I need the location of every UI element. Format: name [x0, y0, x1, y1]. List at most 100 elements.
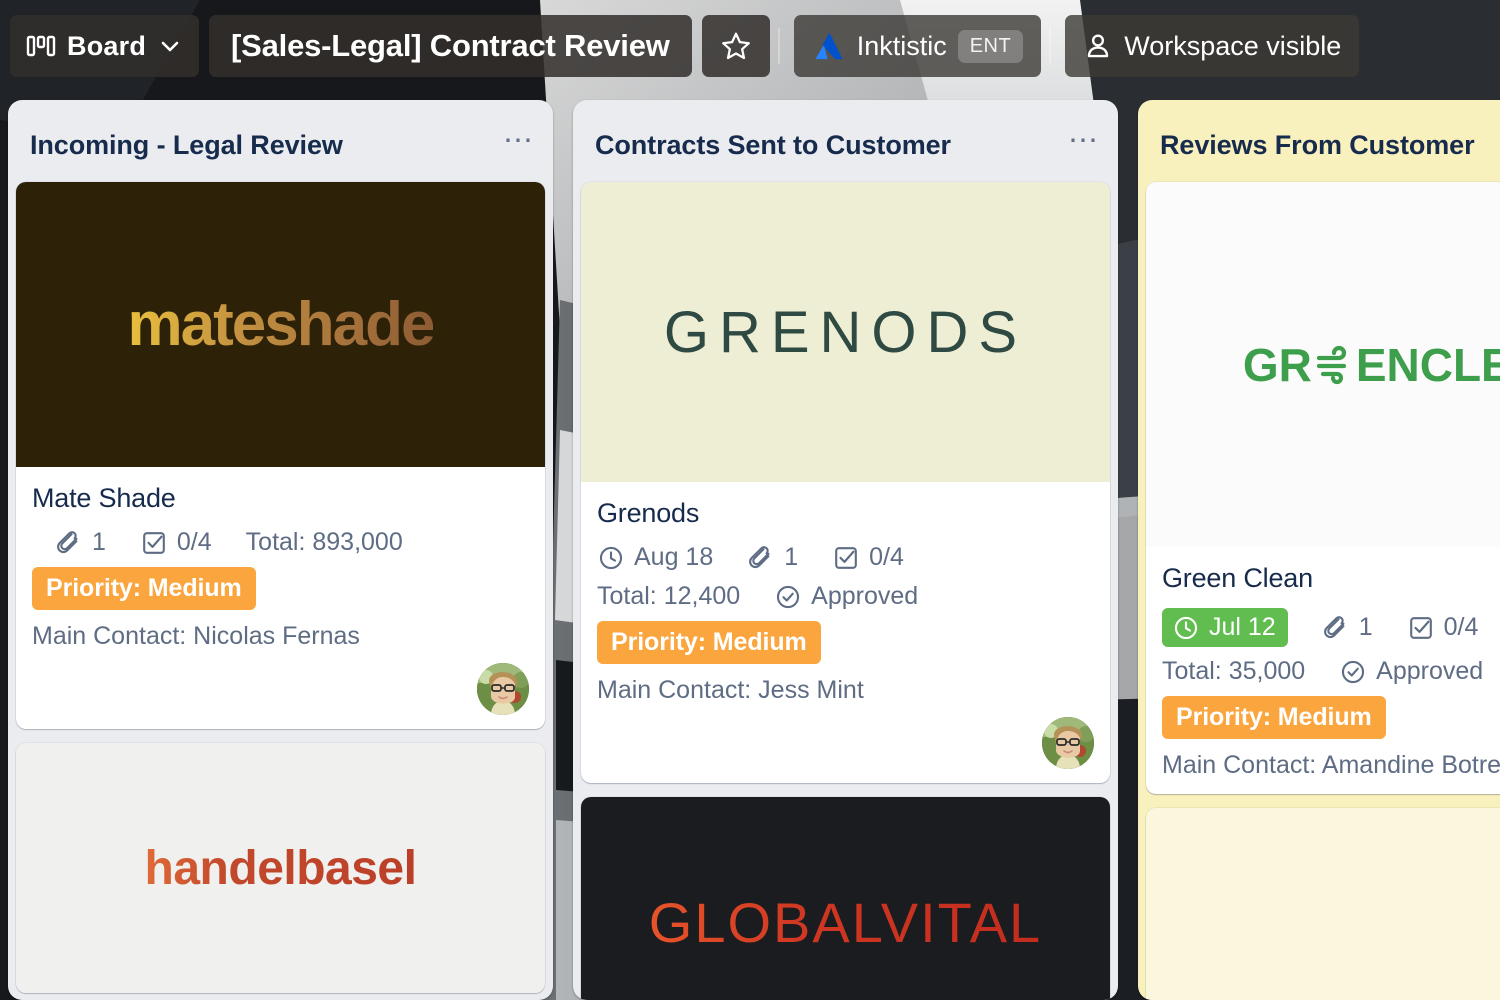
card-members	[597, 717, 1094, 770]
due-date-text: Jul 12	[1209, 613, 1276, 642]
card-members	[32, 663, 529, 716]
board-visibility-label: Workspace visible	[1124, 30, 1342, 61]
board-lists-container: Incoming - Legal Review ⋯ mateshade Mate Sh…	[0, 100, 1500, 1000]
card-cover[interactable]: GRENODS	[581, 182, 1110, 483]
main-contact-field: Main Contact: Jess Mint	[597, 676, 864, 705]
card-title: Green Clean	[1162, 563, 1313, 594]
list-actions-icon[interactable]: ⋯	[503, 126, 535, 156]
board-list: Incoming - Legal Review ⋯ mateshade Mate Sh…	[8, 100, 553, 1000]
cover-logo-text: GLOBALVITAL	[648, 890, 1043, 954]
attachment-badge: 1	[1322, 613, 1373, 642]
cover-logo-text: GR ENCLEAN	[1242, 338, 1500, 391]
checklist-count: 0/4	[1443, 613, 1479, 642]
header-divider-2	[1049, 28, 1052, 64]
workspace-plan-badge: ENT	[957, 29, 1024, 63]
attachment-badge: 1	[55, 528, 106, 557]
board-card[interactable]: handelbasel	[16, 743, 545, 994]
card-badges-row: Jul 12 1 0/4	[1162, 608, 1500, 648]
card-cover[interactable]: mateshade	[16, 182, 545, 468]
card-title: Mate Shade	[32, 483, 176, 514]
clock-icon	[1172, 614, 1200, 642]
workspace-button[interactable]: Inktistic ENT	[793, 15, 1042, 77]
approved-status: Approved	[1339, 657, 1483, 686]
board-list: Reviews From Customer GR ENCLEAN Green C…	[1138, 100, 1500, 1000]
checklist-badge: 0/4	[1407, 613, 1479, 642]
card-cover[interactable]: GR ENCLEAN	[1146, 182, 1500, 548]
checklist-badge: 0/4	[832, 543, 904, 572]
board-list: Contracts Sent to Customer ⋯ GRENODS Grenod…	[573, 100, 1118, 1000]
board-card[interactable]: GR ENCLEAN Green Clean Jul 12 1	[1146, 182, 1500, 795]
attachment-count: 1	[1358, 613, 1373, 642]
cover-logo-text: handelbasel	[144, 841, 417, 895]
cover-logo-text: mateshade	[127, 290, 436, 360]
card-badges-row: Aug 18 1 0/4	[597, 543, 1094, 572]
card-custom-fields-row: Total: 12,400 Approved	[597, 582, 1094, 611]
check-circle-icon	[1339, 658, 1367, 686]
card-body: Mate Shade 1 0/4 Total: 893,000 Priority: …	[16, 467, 545, 729]
member-avatar[interactable]	[1042, 717, 1094, 770]
checklist-badge: 0/4	[140, 528, 212, 557]
main-contact-field: Main Contact: Amandine Botre	[1162, 751, 1500, 780]
card-cover[interactable]: GLOBALVITAL	[581, 797, 1110, 1000]
card-cover[interactable]	[1146, 808, 1500, 1000]
checklist-icon	[140, 529, 168, 557]
board-header: Board [Sales-Legal] Contract Review Inkt…	[0, 0, 1500, 92]
board-switcher-button[interactable]: Board	[10, 15, 200, 77]
card-custom-fields-row: Total: 35,000 Approved	[1162, 657, 1500, 686]
atlassian-logo-icon	[812, 29, 846, 63]
card-cover[interactable]: handelbasel	[16, 743, 545, 994]
card-label[interactable]: Priority: Medium	[597, 621, 821, 665]
star-board-button[interactable]	[701, 15, 770, 77]
board-card[interactable]: mateshade Mate Shade 1 0/4 Total: 893,000 P…	[16, 182, 545, 730]
board-card[interactable]: GRENODS Grenods Aug 18 1 0/4 Total: 12,4…	[581, 182, 1110, 784]
approved-text: Approved	[811, 582, 919, 611]
board-card[interactable]: GLOBALVITAL	[581, 797, 1110, 1000]
list-actions-icon[interactable]: ⋯	[1068, 126, 1100, 156]
clock-icon	[597, 544, 625, 572]
list-header: Contracts Sent to Customer ⋯	[581, 110, 1110, 182]
attachment-icon	[747, 544, 775, 572]
header-divider-1	[777, 28, 780, 64]
list-title[interactable]: Reviews From Customer	[1160, 126, 1475, 164]
chevron-down-icon	[157, 33, 183, 59]
list-title[interactable]: Contracts Sent to Customer	[595, 126, 951, 164]
board-bars-icon	[26, 33, 56, 59]
card-body: Green Clean Jul 12 1 0/4 Total: 35,000 A…	[1146, 547, 1500, 794]
board-title-text: [Sales-Legal] Contract Review	[231, 28, 670, 63]
card-title: Grenods	[597, 498, 700, 529]
check-circle-icon	[774, 583, 802, 611]
board-card[interactable]	[1146, 808, 1500, 1000]
total-amount: Total: 893,000	[245, 528, 403, 557]
attachment-badge: 1	[747, 543, 798, 572]
card-label[interactable]: Priority: Medium	[1162, 696, 1386, 740]
main-contact-field: Main Contact: Nicolas Fernas	[32, 622, 360, 651]
due-date-badge[interactable]: Jul 12	[1162, 608, 1288, 648]
approved-text: Approved	[1376, 657, 1484, 686]
list-cards: GR ENCLEAN Green Clean Jul 12 1	[1146, 182, 1500, 1000]
checklist-icon	[1407, 614, 1435, 642]
attachment-icon	[55, 529, 83, 557]
attachment-count: 1	[784, 543, 799, 572]
total-amount: Total: 35,000	[1162, 657, 1306, 686]
page-title[interactable]: [Sales-Legal] Contract Review	[209, 15, 692, 77]
card-body: Grenods Aug 18 1 0/4 Total: 12,400 Appro…	[581, 482, 1110, 783]
due-date-badge[interactable]: Aug 18	[597, 543, 713, 572]
approved-status: Approved	[774, 582, 918, 611]
board-visibility-button[interactable]: Workspace visible	[1065, 15, 1360, 77]
card-label[interactable]: Priority: Medium	[32, 567, 256, 611]
total-amount: Total: 12,400	[597, 582, 741, 611]
workspace-name: Inktistic	[856, 30, 947, 61]
member-avatar[interactable]	[477, 663, 529, 716]
list-cards: GRENODS Grenods Aug 18 1 0/4 Total: 12,4…	[581, 182, 1110, 1000]
person-icon	[1083, 31, 1113, 61]
checklist-count: 0/4	[869, 543, 904, 572]
list-cards: mateshade Mate Shade 1 0/4 Total: 893,000 P…	[16, 182, 545, 994]
checklist-count: 0/4	[176, 528, 212, 557]
list-header: Incoming - Legal Review ⋯	[16, 110, 545, 182]
checklist-icon	[832, 544, 860, 572]
attachment-icon	[1322, 614, 1350, 642]
due-date-text: Aug 18	[634, 543, 714, 572]
list-title[interactable]: Incoming - Legal Review	[30, 126, 343, 164]
star-icon	[720, 30, 752, 62]
card-badges-row: 1 0/4 Total: 893,000	[32, 528, 529, 557]
